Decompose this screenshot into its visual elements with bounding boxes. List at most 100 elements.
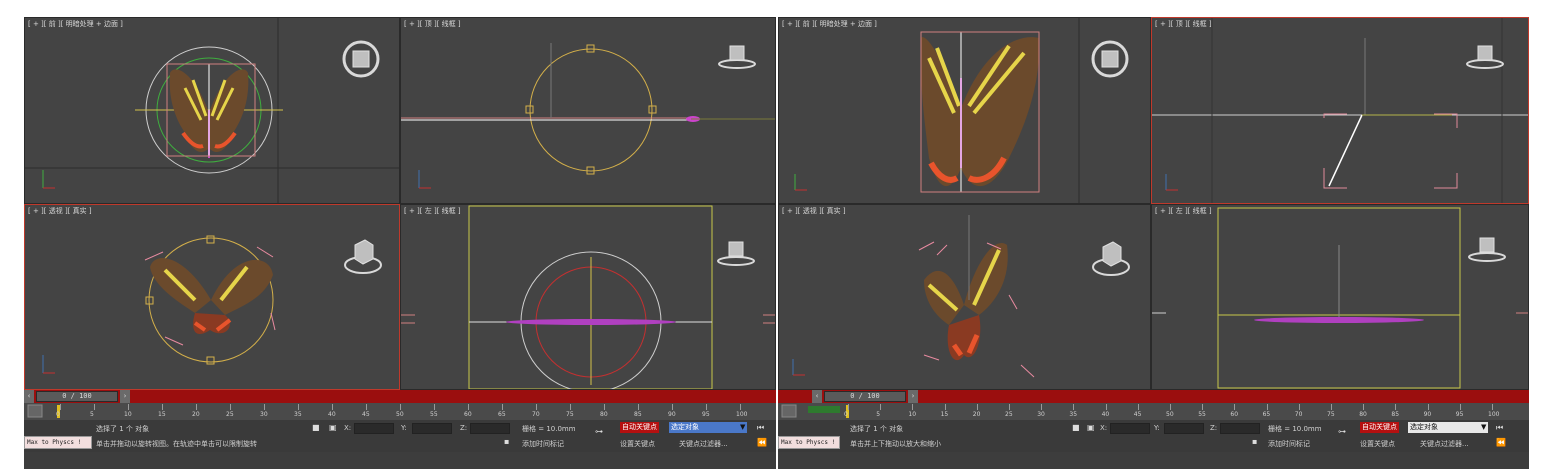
lock-icon[interactable]: ■ (312, 423, 320, 433)
perspective-scene (792, 215, 1035, 378)
viewport-left[interactable]: [ + ][ 左 ][ 线框 ] (1151, 204, 1529, 390)
time-tag-icon[interactable]: ▪ (504, 437, 509, 447)
viewcube-icon[interactable] (716, 42, 758, 72)
timeline-tick-mark (672, 404, 673, 410)
timeline-tick-mark (1427, 404, 1429, 410)
time-slider-thumb[interactable]: 0 / 100 (36, 391, 118, 402)
timeline-tick-label: 65 (1262, 411, 1271, 418)
viewcube-icon[interactable] (1089, 38, 1131, 80)
set-key-button[interactable]: 设置关键点 (620, 439, 655, 449)
timeline-tick-label: 95 (702, 411, 710, 418)
timeline-tick-label: 90 (1423, 411, 1432, 418)
track-bar[interactable]: 0 5 10 15 20 25 30 35 40 45 50 55 60 65 70 75 80 85 90 95 10… (24, 403, 776, 420)
lock-icon[interactable]: ■ (1072, 423, 1080, 433)
timeline-tick-mark (1105, 404, 1107, 410)
timeline-tick-mark (570, 404, 571, 410)
viewcube-icon[interactable] (714, 237, 758, 269)
viewport-front[interactable]: [ + ][ 前 ][ 明暗处理 + 边面 ] (24, 17, 400, 204)
add-time-tag[interactable]: 添加时间标记 (522, 439, 564, 449)
timeline-tick-label: 100 (1488, 411, 1500, 418)
timeline-tick-label: 60 (464, 411, 472, 418)
left-max-window: [ + ][ 前 ][ 明暗处理 + 边面 ] [+][顶][线框]… (24, 17, 776, 469)
viewcube-icon[interactable] (1464, 42, 1506, 72)
timeline-tick-label: 5 (90, 411, 94, 418)
timeline-tick-label: 50 (396, 411, 404, 418)
timeline-tick-mark (944, 404, 946, 410)
auto-key-button[interactable]: 自动关键点 (1360, 422, 1399, 433)
timeline-tick-label: 20 (192, 411, 200, 418)
timeline-tick-mark (128, 404, 129, 410)
previous-frame-icon[interactable]: ⏪ (757, 438, 767, 448)
time-slider-bar[interactable]: ‹ 0 / 100 › (24, 390, 776, 403)
timeline-tick-label: 0 (844, 411, 848, 418)
selection-status: 选择了 1 个 对象 (96, 425, 150, 433)
time-slider-thumb[interactable]: 0 / 100 (824, 391, 906, 402)
go-to-start-icon[interactable]: ⏮ (1496, 423, 1503, 433)
grid-size: 栅格 = 10.0mm (522, 425, 576, 433)
viewport-front[interactable]: [ + ][ 前 ][ 明暗处理 + 边面 ] (778, 17, 1151, 204)
timeline-tick-mark (264, 404, 265, 410)
viewcube-icon[interactable] (1465, 233, 1509, 265)
set-key-button[interactable]: 设置关键点 (1360, 439, 1395, 449)
timeline-tick-mark (1009, 404, 1010, 410)
key-filters-button[interactable]: 关键点过滤器... (679, 439, 728, 449)
maxscript-listener[interactable]: Max to Physcs ! (778, 436, 840, 449)
y-coordinate-field[interactable] (1164, 423, 1204, 434)
chevron-down-icon[interactable]: ▼ (740, 423, 745, 431)
timeline-tick-label: 65 (498, 411, 506, 418)
coord-mode-icon[interactable]: ▣ (1087, 423, 1095, 433)
timeline-ruler (781, 404, 849, 418)
timeline-tick-label: 10 (124, 411, 132, 418)
timeline-tick-mark (468, 404, 469, 410)
butterfly-object (920, 37, 1040, 187)
timeline-tick-mark (60, 404, 61, 410)
timeline-tick-label: 55 (1198, 411, 1206, 418)
timeline-tick-mark (1041, 404, 1043, 410)
y-coordinate-field[interactable] (412, 423, 452, 434)
timeline-tick-mark (706, 404, 707, 410)
timeline-tick-mark (976, 404, 978, 410)
viewport-perspective[interactable]: [ + ][ 透视 ][ 真实 ] (778, 204, 1151, 390)
viewport-top[interactable]: [ + ][ 顶 ][ 线框 ] (1151, 17, 1529, 204)
viewcube-icon[interactable] (341, 235, 385, 279)
maxscript-listener[interactable]: Max to Physcs ! (24, 436, 92, 449)
timeline-tick-label: 10 (908, 411, 917, 418)
chevron-down-icon[interactable]: ▼ (1481, 423, 1486, 431)
key-icon[interactable]: ⊶ (1338, 427, 1346, 437)
previous-frame-icon[interactable]: ⏪ (1496, 438, 1506, 448)
perspective-scene (42, 235, 276, 374)
viewcube-icon[interactable] (340, 38, 382, 80)
add-time-tag[interactable]: 添加时间标记 (1268, 439, 1310, 449)
timeline-tick-label: 5 (876, 411, 881, 418)
coord-mode-icon[interactable]: ▣ (329, 423, 337, 433)
key-icon[interactable]: ⊶ (595, 427, 603, 437)
time-tag-icon[interactable]: ▪ (1252, 437, 1257, 447)
timeline-tick-label: 80 (600, 411, 608, 418)
selected-objects-dropdown[interactable]: 选定对象 (669, 422, 747, 433)
go-to-start-icon[interactable]: ⏮ (757, 423, 764, 433)
time-prev-icon[interactable]: ‹ (812, 390, 822, 403)
timeline-tick-label: 50 (1166, 411, 1174, 418)
time-prev-icon[interactable]: ‹ (24, 390, 34, 403)
key-filters-button[interactable]: 关键点过滤器... (1420, 439, 1469, 449)
selected-objects-dropdown[interactable]: 选定对象 (1408, 422, 1488, 433)
viewport-perspective[interactable]: [ + ][ 透视 ][ 真实 ] (24, 204, 400, 390)
x-coordinate-field[interactable] (354, 423, 394, 434)
auto-key-button[interactable]: 自动关键点 (620, 422, 659, 433)
time-next-icon[interactable]: › (120, 390, 130, 403)
x-label: X: (344, 424, 352, 432)
time-slider-bar[interactable]: ‹ 0 / 100 › (778, 390, 1529, 403)
z-label: Z: (460, 424, 468, 432)
timeline-tick-mark (230, 404, 231, 410)
viewport-left[interactable]: [ + ][ 左 ][ 线框 ] (400, 204, 776, 390)
z-coordinate-field[interactable] (470, 423, 510, 434)
track-bar[interactable]: 0 5 10 15 20 25 30 35 40 45 50 55 60 65 70 75 80 85 90 95 10… (778, 403, 1529, 420)
viewport-top[interactable]: [ + ][ 顶 ][ 线框 ] (400, 17, 776, 204)
x-coordinate-field[interactable] (1110, 423, 1150, 434)
timeline-tick-label: 25 (1005, 411, 1013, 418)
timeline-tick-label: 15 (940, 411, 949, 418)
timeline-tick-label: 60 (1230, 411, 1239, 418)
z-coordinate-field[interactable] (1220, 423, 1260, 434)
viewcube-icon[interactable] (1089, 237, 1133, 281)
time-next-icon[interactable]: › (908, 390, 918, 403)
